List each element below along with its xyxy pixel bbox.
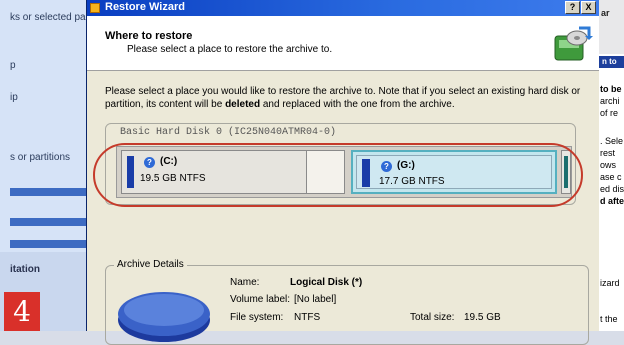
right-panel-header: ar [596,0,624,54]
instructions-part: and replaced with the one from the archi… [260,99,455,110]
partition-size: 19.5 GB NTFS [140,173,206,184]
right-panel-line: izard [600,278,620,288]
left-panel-stripe [10,218,90,226]
restore-wizard-window: Restore Wizard ? X Where to restore Plea… [86,0,599,345]
right-panel-line: ase c [600,172,622,182]
restore-icon [554,26,593,61]
left-panel-text: ks or selected par [10,12,89,23]
disk-title: Basic Hard Disk 0 (IC25N040ATMR04-0) [120,127,337,138]
partition-usage-fill [362,159,370,187]
instructions-text: Please select a place you would like to … [105,85,585,111]
partition-c[interactable]: ? (C:) 19.5 GB NTFS [121,150,307,194]
archive-details-group: Archive Details Name: Logical Disk (*) V… [105,259,589,345]
right-panel-line: d afte [600,196,624,206]
right-panel-line: to be [600,84,622,94]
left-panel-section-label: itation [10,264,40,275]
right-panel-line: rest [600,148,616,158]
wizard-app-icon [90,3,100,13]
close-button[interactable]: X [581,1,596,14]
background-right-panel: ar n to to be archi of re . Sele rest ow… [596,0,624,331]
partition-size: 17.7 GB NTFS [379,176,445,187]
name-value: Logical Disk (*) [290,277,363,288]
file-system-value: NTFS [294,312,321,323]
left-panel-text: s or partitions [10,152,71,163]
archive-details-legend: Archive Details [114,259,187,270]
right-panel-header-text: ar [601,8,610,18]
right-panel-line: archi [600,96,620,106]
right-panel-line: ows [600,160,617,170]
file-system-label: File system: [230,312,284,323]
instructions-emphasis: deleted [225,99,261,110]
right-panel-line: t the [600,314,618,324]
partition-letter: (G:) [397,160,415,171]
name-label: Name: [230,277,260,288]
partition-letter: (C:) [160,156,178,167]
disk-partition-bar: ? (C:) 19.5 GB NTFS ? (G:) 17.7 GB NTFS [116,146,572,198]
total-size-label: Total size: [410,312,455,323]
disk-group: Basic Hard Disk 0 (IC25N040ATMR04-0) ? (… [105,123,576,205]
disk-icon [118,292,210,342]
page-subtitle: Please select a place to restore the arc… [127,44,333,55]
right-panel-line: ed dis [600,184,624,194]
step-number-badge: 4 [4,292,40,331]
window-title: Restore Wizard [105,1,185,13]
page-title: Where to restore [105,30,193,42]
partition-c-free-space [307,150,345,194]
left-panel-text: p [10,60,16,71]
help-button[interactable]: ? [565,1,580,14]
left-panel-text: ip [10,92,18,103]
partition-usage-fill [564,156,568,188]
volume-label-value: [No label] [294,294,337,305]
question-icon: ? [144,157,155,168]
right-panel-line: . Sele [600,136,624,146]
volume-label-label: Volume label: [230,294,291,305]
left-panel-stripe [10,188,90,196]
partition-usage-fill [127,156,134,188]
total-size-value: 19.5 GB [464,312,501,323]
left-panel-stripe [10,240,90,248]
title-bar[interactable]: Restore Wizard ? X [87,0,599,16]
background-left-panel: ks or selected par p ip s or partitions … [0,0,90,331]
wizard-header: Where to restore Please select a place t… [87,16,599,71]
partition-g[interactable]: ? (G:) 17.7 GB NTFS [351,150,557,194]
question-icon: ? [381,161,392,172]
right-panel-line: of re [600,108,619,118]
right-panel-bar: n to [596,56,624,68]
partition-unallocated[interactable] [561,150,571,194]
